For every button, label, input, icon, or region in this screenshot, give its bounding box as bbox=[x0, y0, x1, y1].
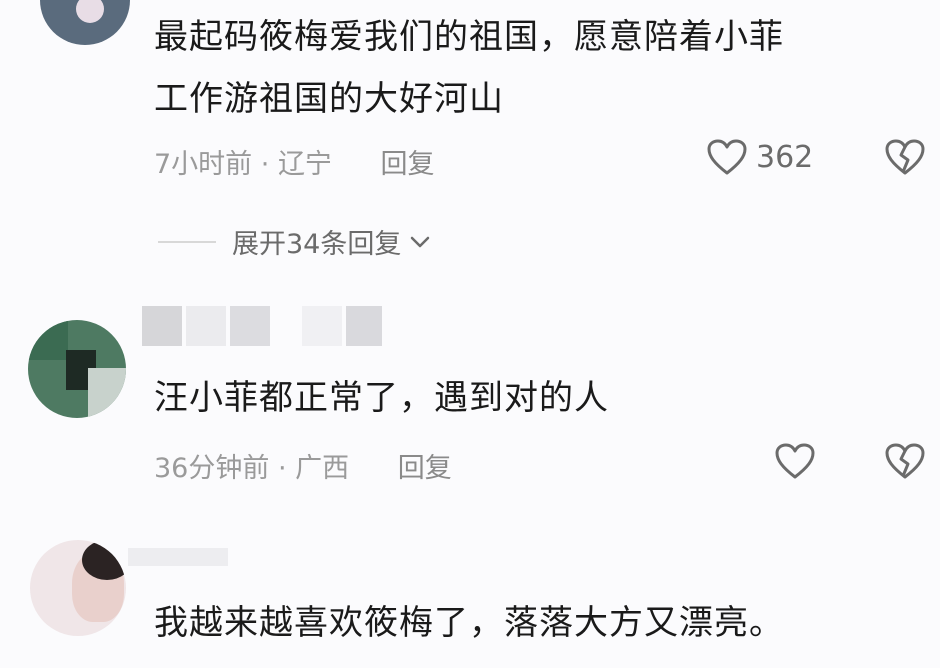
comment-location: 广西 bbox=[295, 453, 350, 484]
like-count: 362 bbox=[756, 139, 814, 175]
avatar[interactable] bbox=[28, 320, 126, 418]
meta-separator: · bbox=[252, 149, 278, 180]
expand-replies-button[interactable]: 展开34条回复 bbox=[158, 222, 431, 261]
expand-replies-label: 展开34条回复 bbox=[232, 229, 402, 260]
dislike-button[interactable] bbox=[884, 442, 926, 484]
comment-text-line: 我越来越喜欢筱梅了，落落大方又漂亮。 bbox=[154, 603, 784, 643]
comment-text-line: 汪小菲都正常了，遇到对的人 bbox=[154, 378, 609, 418]
expand-divider bbox=[158, 240, 216, 243]
comment-text-line: 最起码筱梅爱我们的祖国，愿意陪着小菲 bbox=[154, 17, 784, 57]
meta-separator: · bbox=[269, 453, 296, 484]
heart-outline-icon bbox=[707, 139, 747, 175]
avatar[interactable] bbox=[30, 540, 126, 636]
heart-outline-icon bbox=[775, 443, 815, 479]
like-button[interactable] bbox=[774, 442, 816, 480]
comment-location: 辽宁 bbox=[277, 149, 332, 180]
comment-text-line: 工作游祖国的大好河山 bbox=[154, 79, 504, 119]
broken-heart-icon bbox=[885, 443, 925, 479]
comment-meta: 36分钟前 · 广西 回复 bbox=[154, 446, 452, 485]
reply-button[interactable]: 回复 bbox=[381, 149, 435, 180]
comment-meta: 7小时前 · 辽宁 回复 bbox=[154, 142, 435, 181]
reply-button[interactable]: 回复 bbox=[398, 453, 452, 484]
comment-time: 36分钟前 bbox=[154, 453, 270, 484]
like-button[interactable]: 362 bbox=[706, 138, 813, 176]
chevron-down-icon bbox=[411, 236, 430, 247]
avatar[interactable] bbox=[40, 0, 130, 45]
comment-time: 7小时前 bbox=[154, 149, 253, 180]
dislike-button[interactable] bbox=[884, 138, 926, 180]
broken-heart-icon bbox=[885, 139, 925, 175]
